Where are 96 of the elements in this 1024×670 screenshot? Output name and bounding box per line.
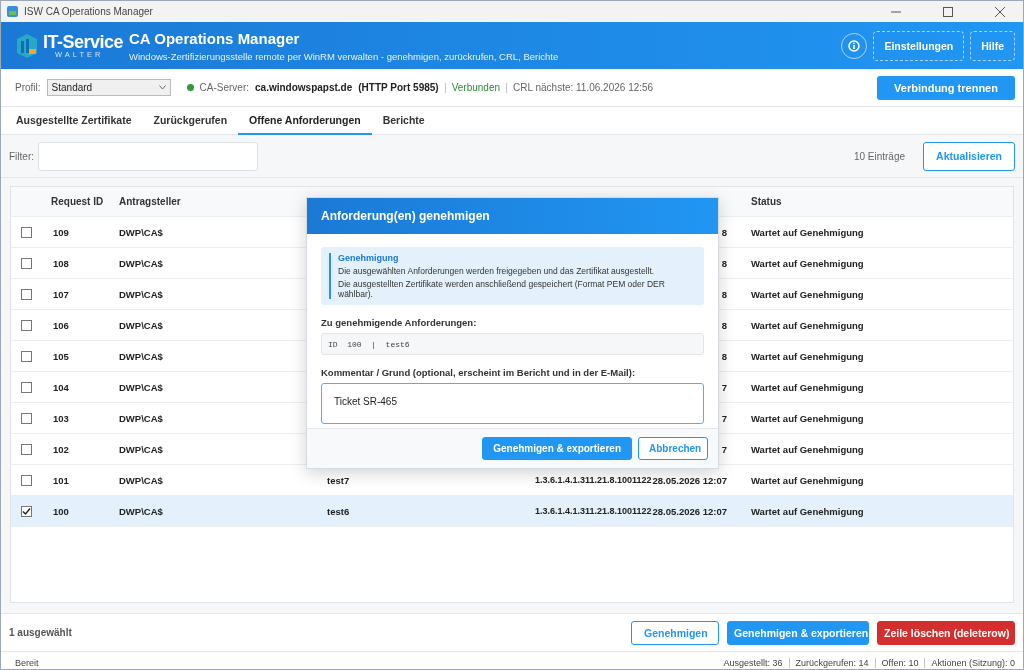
app-icon xyxy=(7,6,18,17)
table-cell: DWP\CA$ xyxy=(119,226,163,238)
caret-icon xyxy=(158,85,166,90)
logo-text: IT-Service xyxy=(43,32,124,51)
table-cell: Wartet auf Genehmigung xyxy=(751,412,864,424)
table-cell: Wartet auf Genehmigung xyxy=(751,319,864,331)
table-cell-text: 108 xyxy=(52,257,69,269)
profile-label: Profil: xyxy=(15,82,41,93)
selection-count: 1 ausgewählt xyxy=(9,627,72,638)
close-icon[interactable] xyxy=(995,6,1005,17)
filter-label: Filter: xyxy=(9,150,34,162)
server-port: (HTTP Port 5985) xyxy=(358,82,439,93)
table-cell: 7 xyxy=(721,412,727,424)
column-header: Antragsteller xyxy=(119,196,181,207)
row-checkbox[interactable] xyxy=(21,226,32,238)
status-text: Bereit xyxy=(15,657,39,668)
tab[interactable]: Zurückgerufen xyxy=(142,107,239,135)
dialog-title: Anforderung(en) genehmigen xyxy=(307,198,718,234)
table-cell: DWP\CA$ xyxy=(119,412,163,424)
table-cell: Wartet auf Genehmigung xyxy=(751,474,864,486)
server-label: CA-Server: xyxy=(199,82,249,93)
app-title: CA Operations Manager xyxy=(129,29,301,47)
table-cell: DWP\CA$ xyxy=(119,319,163,331)
row-checkbox[interactable] xyxy=(21,412,32,424)
status-counter: Zurückgerufen: 14 xyxy=(795,657,869,668)
requests-field: ID 100 | test6 xyxy=(321,333,704,355)
app-subtitle: Windows-Zertifizierungsstelle remote per WinRM verwalten - genehmigen, zurückrufen, CRL, Berichte xyxy=(129,50,560,62)
table-cell-text: 100 xyxy=(52,505,69,517)
entry-count: 10 Einträge xyxy=(853,150,906,162)
comment-field[interactable]: Ticket SR-465 xyxy=(321,383,704,424)
status-counter: Ausgestellt: 36 xyxy=(723,657,783,668)
table-cell: test6 xyxy=(327,505,350,517)
table-cell: 28.05.2026 12:07 xyxy=(652,505,727,517)
logo-icon xyxy=(15,32,39,59)
connection-state: Verbunden xyxy=(451,82,501,93)
table-cell: DWP\CA$ xyxy=(119,257,163,269)
table-cell: 8 xyxy=(721,226,727,238)
table-cell: Wartet auf Genehmigung xyxy=(751,226,864,238)
column-header: Request ID xyxy=(51,196,104,207)
table-cell: Wartet auf Genehmigung xyxy=(751,288,864,300)
table-cell-text: 102 xyxy=(52,443,69,455)
maximize-icon[interactable] xyxy=(943,6,953,17)
tab[interactable]: Berichte xyxy=(371,107,436,135)
table-cell: 7 xyxy=(721,443,727,455)
table-cell: 8 xyxy=(721,319,727,331)
table-cell: 1.3.6.1.4.1.311.21.8.1001122 xyxy=(535,475,652,485)
server-name: ca.windowspapst.de xyxy=(255,82,353,93)
info-icon xyxy=(848,39,861,52)
table-cell: 8 xyxy=(721,257,727,269)
profile-dropdown[interactable]: Standard xyxy=(46,79,171,96)
table-cell: DWP\CA$ xyxy=(119,474,163,486)
requests-label: Zu genehmigende Anforderungen: xyxy=(321,317,478,328)
row-checkbox[interactable] xyxy=(21,505,32,517)
table-cell-text: 104 xyxy=(52,381,69,393)
table-cell: DWP\CA$ xyxy=(119,381,163,393)
row-checkbox[interactable] xyxy=(21,443,32,455)
status-counter: Offen: 10 xyxy=(881,657,919,668)
table-cell: DWP\CA$ xyxy=(119,505,163,517)
status-counter: Aktionen (Sitzung): 0 xyxy=(931,657,1015,668)
table-cell: Wartet auf Genehmigung xyxy=(751,443,864,455)
info-text: Die ausgestellten Zertifikate werden anschließend gespeichert (Format PEM oder DER wählbar). xyxy=(338,279,666,299)
table-cell: DWP\CA$ xyxy=(119,443,163,455)
info-text: Die ausgewählten Anforderungen werden freigegeben und das Zertifikat ausgestellt. xyxy=(338,266,656,276)
info-title: Genehmigung xyxy=(338,253,400,263)
table-cell: Wartet auf Genehmigung xyxy=(751,381,864,393)
table-cell: DWP\CA$ xyxy=(119,288,163,300)
table-cell: Wartet auf Genehmigung xyxy=(751,505,864,517)
table-cell-text: 101 xyxy=(52,474,69,486)
row-checkbox[interactable] xyxy=(21,257,32,269)
action-button[interactable]: Zeile löschen (deleterow) xyxy=(877,620,1015,645)
row-checkbox[interactable] xyxy=(21,319,32,331)
table-cell: 28.05.2026 12:07 xyxy=(652,474,727,486)
table-cell: 8 xyxy=(721,350,727,362)
row-checkbox[interactable] xyxy=(21,381,32,393)
table-cell-text: 105 xyxy=(52,350,69,362)
table-cell: 1.3.6.1.4.1.311.21.8.1001122 xyxy=(535,506,652,516)
row-checkbox[interactable] xyxy=(21,350,32,362)
filter-field[interactable] xyxy=(38,141,258,171)
table-cell-text: 103 xyxy=(52,412,69,424)
column-header: Status xyxy=(751,196,782,207)
table-cell-text: 107 xyxy=(52,288,69,300)
table-cell: test7 xyxy=(327,474,350,486)
comment-label: Kommentar / Grund (optional, erscheint im Bericht und in der E-Mail): xyxy=(321,367,637,378)
row-checkbox[interactable] xyxy=(21,474,32,486)
table-cell: DWP\CA$ xyxy=(119,350,163,362)
table-cell-text: 106 xyxy=(52,319,69,331)
table-cell: Wartet auf Genehmigung xyxy=(751,257,864,269)
table-row[interactable]: 100 DWP\CA$ test6 1.3.6.1.4.1.311.21.8.100112228.05.2026 12:07 Wartet auf Genehmigung xyxy=(11,496,1013,527)
table-cell: 8 xyxy=(721,288,727,300)
table-cell: Wartet auf Genehmigung xyxy=(751,350,864,362)
table-cell-text: 109 xyxy=(52,226,69,238)
window-title: ISW CA Operations Manager xyxy=(24,6,153,17)
tab[interactable]: Ausgestellte Zertifikate xyxy=(5,107,143,135)
table-cell: 7 xyxy=(721,381,727,393)
row-checkbox[interactable] xyxy=(21,288,32,300)
crl-info: CRL nächste: 11.06.2026 12:56 xyxy=(513,82,654,93)
